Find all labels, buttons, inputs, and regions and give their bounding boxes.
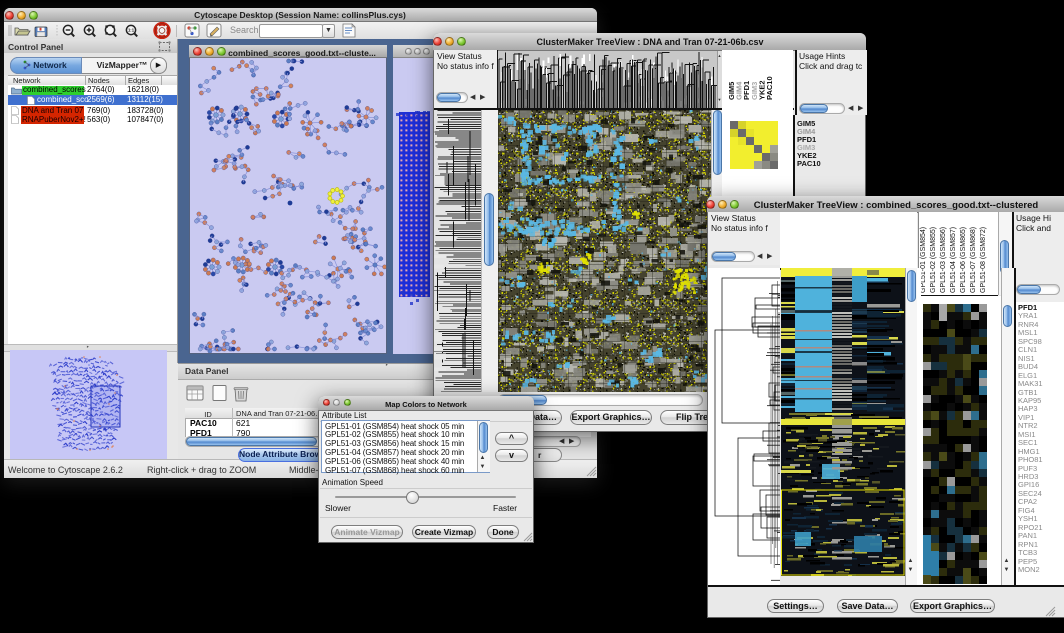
- svg-text:GPL51-06 (GSM865): GPL51-06 (GSM865): [960, 227, 967, 293]
- svg-text:GPL51-01 (GSM854): GPL51-01 (GSM854): [920, 227, 927, 293]
- svg-text:PAC10: PAC10: [765, 76, 774, 100]
- svg-text:1:1: 1:1: [128, 28, 135, 33]
- svg-text:GPL51-07 (GSM868): GPL51-07 (GSM868): [970, 227, 977, 293]
- svg-text:GPL51-02 (GSM855): GPL51-02 (GSM855): [930, 227, 937, 293]
- svg-text:GPL51-03 (GSM856): GPL51-03 (GSM856): [940, 227, 947, 293]
- svg-text:GPL51-08 (GSM872): GPL51-08 (GSM872): [980, 227, 987, 293]
- svg-text:GPL51-04 (GSM857): GPL51-04 (GSM857): [950, 227, 957, 293]
